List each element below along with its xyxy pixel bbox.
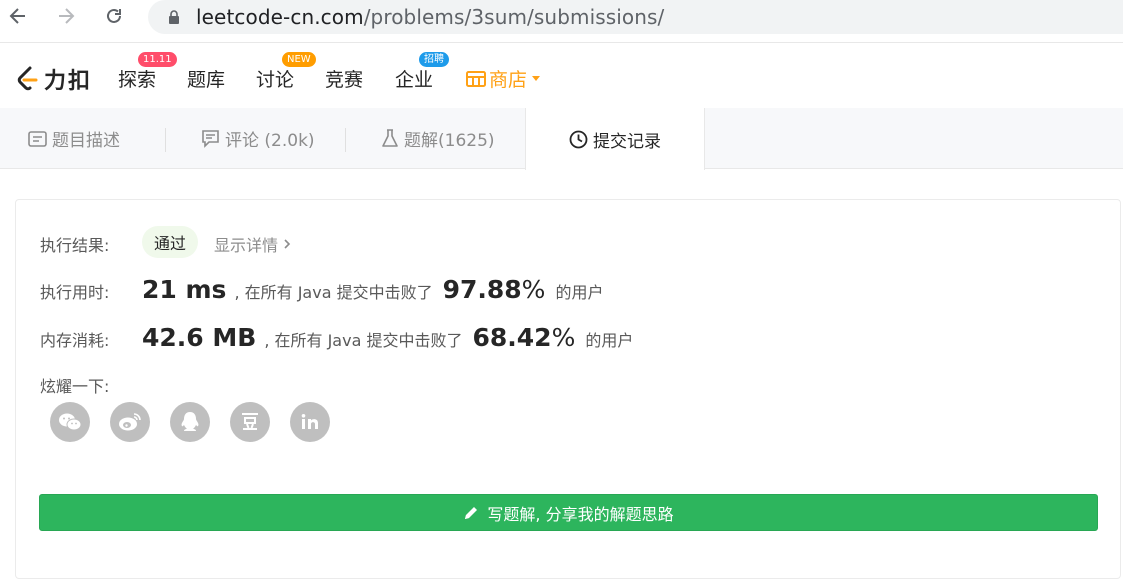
share-weibo-button[interactable] xyxy=(110,402,150,442)
nav-discuss-badge: NEW xyxy=(282,52,316,67)
nav-store-label: 商店 xyxy=(489,69,528,91)
browser-toolbar: leetcode-cn.com/problems/3sum/submission… xyxy=(0,0,1123,36)
reload-icon xyxy=(107,8,121,23)
problem-tabbar: 题目描述 评论 (2.0k) 题解(1625) 提交记录 xyxy=(0,108,1123,170)
url-path: /problems/3sum/submissions/ xyxy=(363,5,665,29)
nav-discuss[interactable]: 讨论 NEW xyxy=(256,52,316,92)
tab-divider xyxy=(165,128,166,152)
linkedin-icon xyxy=(301,414,318,429)
tab-submissions-label: 提交记录 xyxy=(593,131,661,152)
nav-contest-label: 竞赛 xyxy=(325,69,364,91)
flask-icon xyxy=(382,129,398,147)
nav-enterprise-label: 企业 xyxy=(395,69,434,91)
logo[interactable]: 力扣 xyxy=(14,63,92,95)
memory-percent: 68.42 xyxy=(472,323,552,352)
pencil-icon xyxy=(465,506,478,519)
arrow-right-icon xyxy=(59,8,75,24)
lock-icon xyxy=(166,9,182,25)
tab-description-label: 题目描述 xyxy=(52,131,120,151)
nav-explore-label: 探索 xyxy=(118,69,157,91)
site-header: 力扣 探索 11.11 题库 讨论 NEW 竞赛 企业 招聘 商店 xyxy=(0,43,1123,108)
write-solution-label: 写题解, 分享我的解题思路 xyxy=(487,504,674,524)
tab-solutions[interactable]: 题解(1625) xyxy=(381,108,495,169)
description-icon xyxy=(28,130,47,147)
reload-button[interactable] xyxy=(100,2,128,30)
comment-icon xyxy=(202,129,219,148)
leetcode-logo-icon xyxy=(17,66,38,91)
tab-description[interactable]: 题目描述 xyxy=(28,108,120,169)
result-label: 执行结果: xyxy=(40,236,110,255)
nav-enterprise-badge: 招聘 xyxy=(419,52,449,67)
arrow-left-icon xyxy=(9,8,25,24)
tab-comments-label: 评论 (2.0k) xyxy=(225,131,315,151)
wechat-icon xyxy=(59,413,82,431)
nav-contest[interactable]: 竞赛 xyxy=(325,65,363,92)
chevron-down-icon xyxy=(532,76,541,81)
back-button[interactable] xyxy=(4,2,32,30)
tab-comments[interactable]: 评论 (2.0k) xyxy=(201,108,315,169)
nav-problems[interactable]: 题库 xyxy=(187,65,225,92)
runtime-percent: 97.88 xyxy=(442,275,522,304)
runtime-percent-sign: % xyxy=(521,275,546,304)
runtime-label: 执行用时: xyxy=(40,283,110,302)
status-badge: 通过 xyxy=(142,226,199,258)
share-qq-button[interactable] xyxy=(170,402,210,442)
clock-icon xyxy=(569,130,588,148)
memory-middle-text: , 在所有 Java 提交中击败了 xyxy=(264,331,463,350)
forward-button[interactable] xyxy=(52,2,80,30)
share-douban-button[interactable] xyxy=(230,402,270,442)
share-wechat-button[interactable] xyxy=(50,402,90,442)
chevron-right-icon xyxy=(284,239,291,249)
memory-value: 42.6 MB xyxy=(142,323,257,352)
show-details-link[interactable]: 显示详情 xyxy=(214,232,292,256)
nav-explore[interactable]: 探索 11.11 xyxy=(118,52,177,92)
nav-problems-label: 题库 xyxy=(187,69,226,91)
brand-name: 力扣 xyxy=(44,69,93,94)
runtime-middle-text: , 在所有 Java 提交中击败了 xyxy=(234,283,433,302)
tab-divider xyxy=(345,128,346,152)
share-label: 炫耀一下: xyxy=(40,377,110,396)
runtime-row: 执行用时: 21 ms , 在所有 Java 提交中击败了 97.88 % 的用… xyxy=(40,275,603,304)
nav-enterprise[interactable]: 企业 招聘 xyxy=(395,52,449,92)
submission-result-card: 执行结果: 通过 显示详情 执行用时: 21 ms , 在所有 Java 提交中… xyxy=(15,199,1121,579)
memory-percent-sign: % xyxy=(551,323,576,352)
store-icon xyxy=(466,70,486,87)
qq-icon xyxy=(181,412,199,431)
url-text: leetcode-cn.com/problems/3sum/submission… xyxy=(196,5,664,29)
nav-discuss-label: 讨论 xyxy=(256,69,295,91)
nav-explore-badge: 11.11 xyxy=(138,52,177,67)
write-solution-button[interactable]: 写题解, 分享我的解题思路 xyxy=(39,494,1098,531)
memory-label: 内存消耗: xyxy=(40,331,110,350)
address-bar[interactable]: leetcode-cn.com/problems/3sum/submission… xyxy=(148,0,1123,34)
runtime-value: 21 ms xyxy=(142,275,227,304)
weibo-icon xyxy=(119,413,141,431)
share-linkedin-button[interactable] xyxy=(290,402,330,442)
tab-submissions[interactable]: 提交记录 xyxy=(525,108,705,170)
tab-solutions-label: 题解(1625) xyxy=(404,131,495,151)
nav-store[interactable]: 商店 xyxy=(466,65,541,92)
douban-icon xyxy=(242,413,258,430)
url-host: leetcode-cn.com xyxy=(196,5,364,29)
runtime-suffix: 的用户 xyxy=(555,283,604,302)
show-details-label: 显示详情 xyxy=(214,236,279,255)
memory-row: 内存消耗: 42.6 MB , 在所有 Java 提交中击败了 68.42 % … xyxy=(40,323,633,352)
memory-suffix: 的用户 xyxy=(585,331,634,350)
